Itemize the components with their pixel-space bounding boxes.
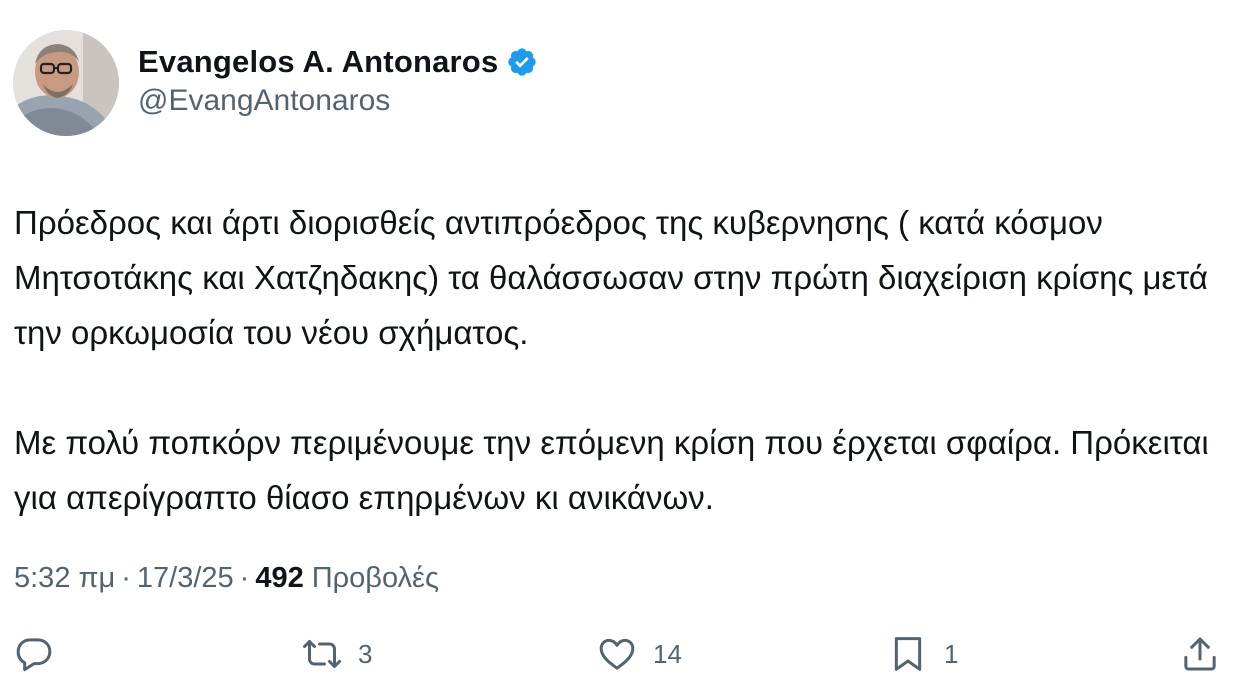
meta-separator: · xyxy=(239,561,250,594)
like-count: 14 xyxy=(653,638,682,669)
reply-icon xyxy=(14,634,54,674)
author-handle[interactable]: @EvangAntonaros xyxy=(138,84,390,118)
heart-icon xyxy=(597,634,637,674)
avatar[interactable] xyxy=(13,30,119,136)
tweet-meta: 5:32 πμ · 17/3/25 · 492 Προβολές xyxy=(14,556,439,600)
views-label: Προβολές xyxy=(311,561,439,594)
tweet-card: Evangelos A. Antonaros @EvangAntonaros Π… xyxy=(0,0,1235,691)
author-name-row[interactable]: Evangelos A. Antonaros xyxy=(138,40,538,84)
tweet-time[interactable]: 5:32 πμ xyxy=(14,562,115,595)
share-button[interactable] xyxy=(1180,630,1220,678)
share-icon xyxy=(1180,634,1220,674)
retweet-icon xyxy=(302,634,342,674)
views-count: 492 xyxy=(255,561,304,594)
bookmark-icon xyxy=(888,634,928,674)
author-display-name[interactable]: Evangelos A. Antonaros xyxy=(138,44,498,80)
retweet-button[interactable]: 3 xyxy=(302,630,372,678)
meta-separator: · xyxy=(121,561,131,594)
retweet-count: 3 xyxy=(358,638,373,669)
tweet-text: Πρόεδρος και άρτι διορισθείς αντιπρόεδρο… xyxy=(14,195,1214,525)
like-button[interactable]: 14 xyxy=(597,630,682,678)
tweet-date[interactable]: 17/3/25 xyxy=(137,562,234,595)
verified-badge-icon xyxy=(506,46,538,78)
bookmark-button[interactable]: 1 xyxy=(888,630,958,678)
tweet-paragraph: Με πολύ ποπκόρν περιμένουμε την επόμενη … xyxy=(14,424,1209,516)
reply-button[interactable] xyxy=(14,630,54,678)
tweet-paragraph: Πρόεδρος και άρτι διορισθείς αντιπρόεδρο… xyxy=(14,204,1208,351)
bookmark-count: 1 xyxy=(944,638,959,669)
